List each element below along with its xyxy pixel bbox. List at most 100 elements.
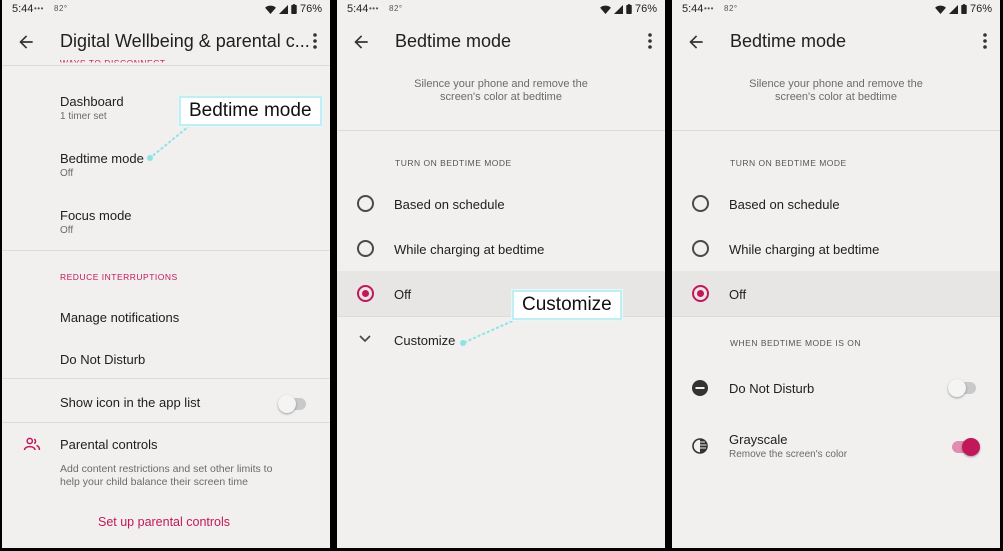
bedtime-description: Silence your phone and remove the screen… xyxy=(672,78,1000,104)
status-time: 5:44 xyxy=(12,3,34,15)
status-right: 76% xyxy=(265,3,322,15)
back-arrow-icon[interactable] xyxy=(351,32,371,52)
header-divider xyxy=(337,130,665,131)
option-off-label: Off xyxy=(394,287,412,302)
more-vert-icon[interactable] xyxy=(647,32,653,50)
battery-level: 76% xyxy=(634,3,657,15)
radio-schedule[interactable] xyxy=(692,195,709,212)
grayscale-icon xyxy=(692,438,708,454)
section-divider xyxy=(2,250,330,251)
wellbeing-settings-screen: 5:44 ••• 82° 76% Digital Wellbeing & par… xyxy=(2,0,330,548)
status-time: 5:44 xyxy=(682,3,704,15)
bedtime-mode-expanded-screen: 5:44 ••• 82° 76% Bedtime mode Silence yo… xyxy=(672,0,1000,548)
do-not-disturb-item[interactable]: Do Not Disturb xyxy=(60,352,145,367)
do-not-disturb-icon xyxy=(692,380,708,396)
radio-off[interactable] xyxy=(692,285,709,302)
dnd-label: Do Not Disturb xyxy=(729,381,815,396)
page-title: Bedtime mode xyxy=(730,31,847,51)
option-off-row[interactable] xyxy=(672,271,1000,316)
options-divider xyxy=(672,316,1000,317)
chevron-down-icon xyxy=(359,335,371,343)
radio-charging[interactable] xyxy=(692,240,709,257)
back-arrow-icon[interactable] xyxy=(686,32,706,52)
radio-schedule[interactable] xyxy=(357,195,374,212)
grayscale-sub: Remove the screen's color xyxy=(729,449,848,460)
option-off-label: Off xyxy=(729,287,747,302)
notification-icons: ••• xyxy=(704,4,714,13)
status-bar: 5:44 ••• 82° 76% xyxy=(672,0,1000,18)
option-charging-label: While charging at bedtime xyxy=(729,242,880,257)
parental-desc-line2: help your child balance their screen tim… xyxy=(60,476,248,488)
status-temp: 82° xyxy=(54,4,68,13)
description-line2: screen's color at bedtime xyxy=(775,91,897,103)
customize-callout: Customize xyxy=(512,290,622,320)
page-title: Digital Wellbeing & parental c... xyxy=(60,31,310,51)
section-divider xyxy=(2,422,330,423)
reduce-interruptions-header: REDUCE INTERRUPTIONS xyxy=(60,272,178,282)
show-icon-toggle[interactable] xyxy=(278,395,306,413)
dnd-toggle[interactable] xyxy=(948,379,976,397)
wifi-icon xyxy=(265,5,276,14)
radio-charging[interactable] xyxy=(357,240,374,257)
grayscale-toggle[interactable] xyxy=(952,438,980,456)
parental-desc-line1: Add content restrictions and set other l… xyxy=(60,463,273,475)
page-title: Bedtime mode xyxy=(395,31,512,51)
status-bar: 5:44 ••• 82° 76% xyxy=(337,0,665,18)
battery-icon xyxy=(291,4,297,14)
toggle-knob xyxy=(278,395,296,413)
signal-icon xyxy=(948,4,958,14)
status-bar: 5:44 ••• 82° 76% xyxy=(2,0,330,18)
wifi-icon xyxy=(600,5,611,14)
grayscale-label: Grayscale xyxy=(729,432,788,447)
bedtime-title: Bedtime mode xyxy=(60,151,144,166)
dashboard-title: Dashboard xyxy=(60,94,124,109)
status-time: 5:44 xyxy=(347,3,369,15)
radio-off[interactable] xyxy=(357,285,374,302)
parental-controls-title[interactable]: Parental controls xyxy=(60,437,158,452)
setup-parental-controls-link[interactable]: Set up parental controls xyxy=(98,515,230,529)
option-schedule-label: Based on schedule xyxy=(394,197,505,212)
focus-title: Focus mode xyxy=(60,208,132,223)
app-bar: Digital Wellbeing & parental c... xyxy=(2,20,330,64)
back-arrow-icon[interactable] xyxy=(16,32,36,52)
bedtime-mode-callout: Bedtime mode xyxy=(179,96,322,126)
toggle-knob xyxy=(948,379,966,397)
description-line1: Silence your phone and remove the xyxy=(414,78,588,90)
battery-icon xyxy=(626,4,632,14)
option-charging-label: While charging at bedtime xyxy=(394,242,545,257)
manage-notifications-item[interactable]: Manage notifications xyxy=(60,310,179,325)
turn-on-header: TURN ON BEDTIME MODE xyxy=(730,158,847,168)
bedtime-description: Silence your phone and remove the screen… xyxy=(337,78,665,104)
customize-label: Customize xyxy=(394,333,456,348)
status-temp: 82° xyxy=(389,4,403,13)
show-icon-label: Show icon in the app list xyxy=(60,395,201,410)
signal-icon xyxy=(613,4,623,14)
bedtime-sub: Off xyxy=(60,168,74,179)
battery-level: 76% xyxy=(299,3,322,15)
section-divider xyxy=(2,378,330,379)
more-vert-icon[interactable] xyxy=(312,32,318,50)
callout-pointer xyxy=(460,318,518,346)
notification-icons: ••• xyxy=(34,4,44,13)
battery-icon xyxy=(961,4,967,14)
when-on-header: WHEN BEDTIME MODE IS ON xyxy=(730,338,861,348)
battery-level: 76% xyxy=(969,3,992,15)
turn-on-header: TURN ON BEDTIME MODE xyxy=(395,158,512,168)
bedtime-mode-screen: 5:44 ••• 82° 76% Bedtime mode Silence yo… xyxy=(337,0,665,548)
wifi-icon xyxy=(935,5,946,14)
option-schedule-label: Based on schedule xyxy=(729,197,840,212)
more-vert-icon[interactable] xyxy=(982,32,988,50)
notification-icons: ••• xyxy=(369,4,379,13)
app-bar: Bedtime mode xyxy=(672,20,1000,64)
toggle-knob xyxy=(962,438,980,456)
header-divider xyxy=(672,130,1000,131)
appbar-divider xyxy=(2,65,330,66)
dashboard-sub: 1 timer set xyxy=(60,111,107,122)
status-temp: 82° xyxy=(724,4,738,13)
status-right: 76% xyxy=(600,3,657,15)
signal-icon xyxy=(278,4,288,14)
status-right: 76% xyxy=(935,3,992,15)
parental-controls-icon xyxy=(23,437,41,451)
description-line2: screen's color at bedtime xyxy=(440,91,562,103)
focus-sub: Off xyxy=(60,225,74,236)
